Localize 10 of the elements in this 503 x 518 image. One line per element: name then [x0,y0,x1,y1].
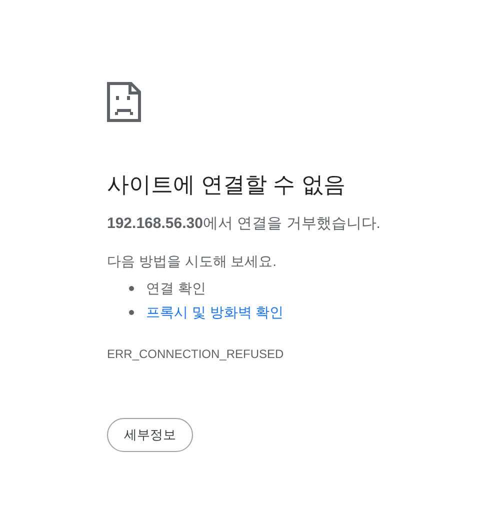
suggestions-heading: 다음 방법을 시도해 보세요. [107,252,277,271]
details-button[interactable]: 세부정보 [107,418,193,452]
error-message: 192.168.56.30에서 연결을 거부했습니다. [107,214,380,234]
sad-page-icon [107,82,141,122]
error-title: 사이트에 연결할 수 없음 [107,171,346,199]
bullet-icon [129,310,134,314]
error-code: ERR_CONNECTION_REFUSED [107,346,284,363]
suggestion-link[interactable]: 프록시 및 방화벽 확인 [146,302,284,322]
bullet-icon [129,286,134,290]
suggestion-text: 연결 확인 [146,278,206,298]
